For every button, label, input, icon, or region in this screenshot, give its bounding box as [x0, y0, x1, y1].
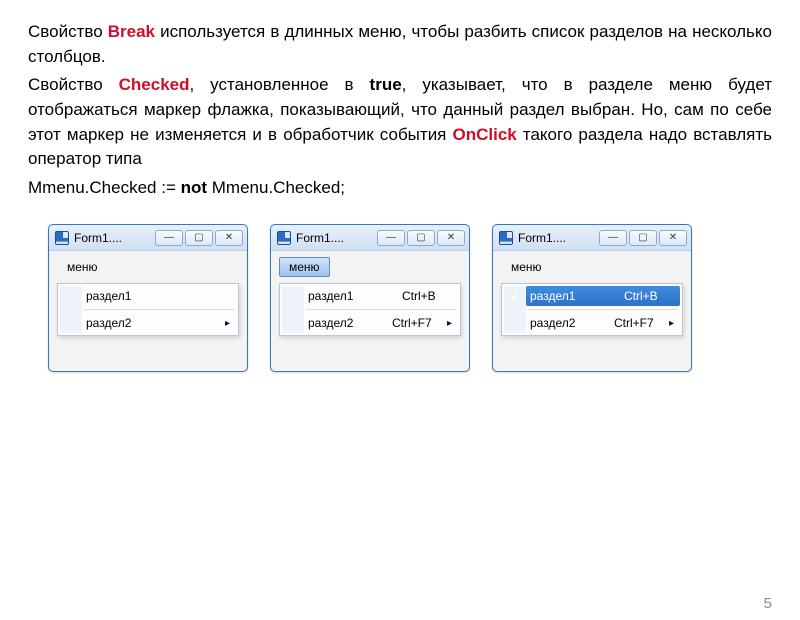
- menu-row-label: раздел1: [530, 289, 624, 303]
- menu-item-menu[interactable]: меню: [57, 257, 108, 277]
- p2-pre: Свойство: [28, 75, 119, 94]
- menubar: меню: [279, 257, 461, 281]
- check-icon: ✓: [508, 289, 522, 303]
- minimize-button[interactable]: —: [155, 230, 183, 246]
- menu-row-1[interactable]: раздел1: [82, 286, 236, 306]
- window-1: Form1.... — ▢ ✕ меню раздел1 раздел2 ▸: [48, 224, 248, 372]
- keyword-checked: Checked: [119, 75, 190, 94]
- shortcut: Ctrl+F7: [392, 316, 442, 330]
- paragraph-1: Свойство Break используется в длинных ме…: [28, 20, 772, 200]
- window-title: Form1....: [296, 231, 375, 245]
- window-2: Form1.... — ▢ ✕ меню раздел1 Ctrl+B разд…: [270, 224, 470, 372]
- window-body: меню раздел1 раздел2 ▸: [49, 251, 247, 371]
- paragraph-2: Свойство Checked, установленное в true, …: [28, 73, 772, 172]
- menu-row-2[interactable]: раздел2 Ctrl+F7 ▸: [526, 313, 680, 333]
- keyword-not: not: [181, 178, 207, 197]
- maximize-button[interactable]: ▢: [407, 230, 435, 246]
- titlebar: Form1.... — ▢ ✕: [493, 225, 691, 251]
- code-c: Mmenu.Checked;: [207, 178, 345, 197]
- separator: [528, 309, 678, 310]
- close-button[interactable]: ✕: [215, 230, 243, 246]
- dropdown: раздел1 раздел2 ▸: [57, 283, 239, 336]
- menu-row-2[interactable]: раздел2 ▸: [82, 313, 236, 333]
- code-a: Mmenu.Checked :=: [28, 178, 181, 197]
- separator: [306, 309, 456, 310]
- code-line: Mmenu.Checked := not Mmenu.Checked;: [28, 176, 772, 201]
- menu-item-menu[interactable]: меню: [279, 257, 330, 277]
- shortcut: Ctrl+F7: [614, 316, 664, 330]
- p1-pre: Свойство: [28, 22, 108, 41]
- app-icon: [55, 231, 69, 245]
- menu-row-label: раздел2: [86, 316, 220, 330]
- dropdown: ✓ раздел1 Ctrl+B раздел2 Ctrl+F7 ▸: [501, 283, 683, 336]
- titlebar: Form1.... — ▢ ✕: [49, 225, 247, 251]
- menu-row-2[interactable]: раздел2 Ctrl+F7 ▸: [304, 313, 458, 333]
- menu-row-label: раздел2: [308, 316, 392, 330]
- maximize-button[interactable]: ▢: [629, 230, 657, 246]
- menu-row-1[interactable]: раздел1 Ctrl+B: [304, 286, 458, 306]
- menubar: меню: [57, 257, 239, 281]
- window-body: меню раздел1 Ctrl+B раздел2 Ctrl+F7 ▸: [271, 251, 469, 371]
- menu-row-1-checked[interactable]: ✓ раздел1 Ctrl+B: [526, 286, 680, 306]
- app-icon: [277, 231, 291, 245]
- menu-row-label: раздел2: [530, 316, 614, 330]
- window-3: Form1.... — ▢ ✕ меню ✓ раздел1 Ctrl+B ра…: [492, 224, 692, 372]
- menu-item-menu[interactable]: меню: [501, 257, 552, 277]
- keyword-break: Break: [108, 22, 155, 41]
- slide-number: 5: [764, 595, 772, 612]
- window-title: Form1....: [518, 231, 597, 245]
- window-title: Form1....: [74, 231, 153, 245]
- submenu-arrow-icon: ▸: [220, 318, 230, 329]
- close-button[interactable]: ✕: [659, 230, 687, 246]
- app-icon: [499, 231, 513, 245]
- examples-row: Form1.... — ▢ ✕ меню раздел1 раздел2 ▸: [48, 224, 800, 372]
- titlebar: Form1.... — ▢ ✕: [271, 225, 469, 251]
- maximize-button[interactable]: ▢: [185, 230, 213, 246]
- p2-mid1: , установленное в: [190, 75, 370, 94]
- menu-row-label: раздел1: [308, 289, 402, 303]
- submenu-arrow-icon: ▸: [442, 318, 452, 329]
- window-body: меню ✓ раздел1 Ctrl+B раздел2 Ctrl+F7 ▸: [493, 251, 691, 371]
- menubar: меню: [501, 257, 683, 281]
- shortcut: Ctrl+B: [624, 289, 674, 303]
- separator: [84, 309, 234, 310]
- minimize-button[interactable]: —: [377, 230, 405, 246]
- dropdown: раздел1 Ctrl+B раздел2 Ctrl+F7 ▸: [279, 283, 461, 336]
- menu-row-label: раздел1: [86, 289, 230, 303]
- minimize-button[interactable]: —: [599, 230, 627, 246]
- keyword-onclick: OnClick: [453, 125, 517, 144]
- shortcut: Ctrl+B: [402, 289, 452, 303]
- close-button[interactable]: ✕: [437, 230, 465, 246]
- keyword-true: true: [370, 75, 402, 94]
- submenu-arrow-icon: ▸: [664, 318, 674, 329]
